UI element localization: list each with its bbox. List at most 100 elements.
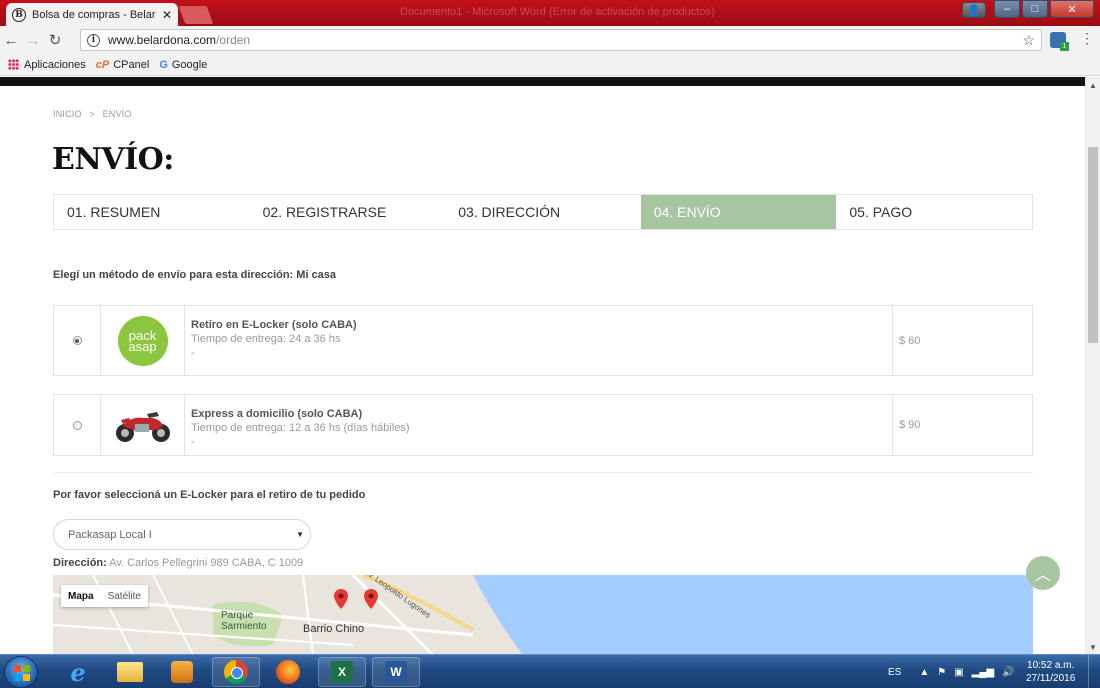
taskbar-explorer[interactable] [106, 657, 154, 687]
bookmark-star-icon[interactable]: ☆ [1022, 32, 1035, 49]
map-label-barrio: Barrio Chino [303, 623, 365, 635]
bookmark-label: Google [171, 58, 208, 71]
elocker-heading: Por favor seleccioná un E-Locker para el… [53, 489, 366, 501]
option-info: Express a domicilio (solo CABA) Tiempo d… [185, 395, 893, 455]
close-window-button[interactable]: ✕ [1050, 0, 1094, 18]
device-icon[interactable]: ▣ [954, 667, 963, 678]
chrome-icon [224, 660, 248, 684]
back-arrow-icon[interactable]: ← [0, 32, 22, 49]
back-to-top-button[interactable]: ︿ [1026, 556, 1060, 590]
clock-time: 10:52 a.m. [1027, 660, 1075, 671]
motorcycle-icon [115, 412, 170, 442]
word-icon: W [385, 661, 407, 683]
taskbar-media[interactable] [158, 657, 206, 687]
option-name: Express a domicilio (solo CABA) [191, 408, 363, 420]
map-pin-icon[interactable] [364, 589, 378, 609]
network-signal-icon[interactable]: ▂▄▆ [972, 667, 994, 678]
page-scrollbar[interactable]: ▲ ▼ [1085, 77, 1100, 654]
browser-tab[interactable]: B Bolsa de compras - Belar ✕ [6, 3, 178, 26]
tab-title: Bolsa de compras - Belar [32, 8, 156, 21]
taskbar-word[interactable]: W [372, 657, 420, 687]
step-direccion[interactable]: 03. DIRECCIÓN [445, 195, 641, 229]
map-background [53, 575, 1033, 654]
media-player-icon [171, 661, 193, 683]
site-header-bar [0, 77, 1100, 86]
folder-icon [117, 662, 143, 682]
radio-cell[interactable] [54, 395, 101, 455]
step-registrarse[interactable]: 02. REGISTRARSE [250, 195, 446, 229]
step-resumen[interactable]: 01. RESUMEN [54, 195, 250, 229]
taskbar-excel[interactable]: X [318, 657, 366, 687]
step-envio[interactable]: 04. ENVÍO [640, 195, 837, 229]
map-view[interactable]: Mapa Satélite Parque Sarmiento Barrio Ch… [53, 575, 1033, 654]
cpanel-icon: cP [95, 58, 110, 71]
address-value: Av. Carlos Pellegrini 989 CABA, C 1009 [109, 557, 304, 569]
scroll-down-icon[interactable]: ▼ [1089, 643, 1097, 652]
bookmark-cpanel[interactable]: cP CPanel [96, 59, 150, 71]
step-pago[interactable]: 05. PAGO [836, 195, 1032, 229]
map-pin-icon[interactable] [334, 589, 348, 609]
minimize-button[interactable]: – [994, 0, 1020, 18]
scroll-up-icon[interactable]: ▲ [1089, 81, 1097, 90]
clock[interactable]: 10:52 a.m. 27/11/2016 [1026, 659, 1075, 685]
map-tab-mapa[interactable]: Mapa [61, 585, 101, 607]
volume-icon[interactable]: 🔊 [1002, 667, 1014, 678]
belardona-favicon-icon: B [12, 7, 26, 22]
option-delivery-time: Tiempo de entrega: 12 a 36 hs (días hábi… [191, 422, 410, 434]
logo-cell [101, 395, 185, 455]
page-title: ENVÍO: [52, 142, 174, 177]
breadcrumb-home[interactable]: INICIO [53, 109, 82, 119]
scrollbar-thumb[interactable] [1088, 147, 1098, 343]
windows-taskbar: e X W ES ▲ ⚑ ▣ ▂▄▆ 🔊 10:52 a.m. 27/11/20… [0, 654, 1100, 688]
site-info-icon[interactable]: i [87, 33, 100, 47]
shipping-option-express[interactable]: Express a domicilio (solo CABA) Tiempo d… [53, 394, 1033, 456]
map-tab-satelite[interactable]: Satélite [101, 585, 148, 607]
option-name: Retiro en E-Locker (solo CABA) [191, 319, 357, 331]
clock-date: 27/11/2016 [1026, 673, 1076, 684]
shipping-radio-express[interactable] [72, 420, 82, 430]
elocker-select-value: Packasap Local I [68, 528, 152, 541]
forward-arrow-icon[interactable]: → [22, 32, 44, 49]
option-delivery-time: Tiempo de entrega: 24 a 36 hs [191, 333, 341, 345]
bookmarks-bar: Aplicaciones cP CPanel G Google [0, 54, 1100, 76]
system-tray: ES ▲ ⚑ ▣ ▂▄▆ 🔊 [888, 655, 1023, 688]
start-button[interactable] [4, 656, 38, 688]
tray-arrow-icon[interactable]: ▲ [919, 667, 929, 678]
option-extra: - [191, 436, 195, 448]
language-indicator[interactable]: ES [888, 667, 901, 678]
bookmark-google[interactable]: G Google [159, 59, 207, 71]
taskbar-chrome[interactable] [212, 657, 260, 687]
new-tab-button[interactable] [178, 6, 214, 24]
windows-logo-icon [14, 665, 30, 681]
option-price: $ 90 [899, 419, 921, 431]
elocker-select[interactable]: Packasap Local I ▼ [53, 519, 311, 550]
chevron-down-icon: ▼ [296, 530, 304, 539]
reload-icon[interactable]: ↻ [44, 31, 66, 49]
bookmark-apps[interactable]: Aplicaciones [8, 59, 86, 71]
show-desktop-button[interactable] [1088, 655, 1100, 688]
profile-icon[interactable]: 👤 [962, 2, 986, 18]
shipping-radio-elocker[interactable] [72, 336, 82, 345]
bookmark-label: Aplicaciones [24, 58, 86, 71]
extension-icon[interactable]: 1 [1050, 32, 1069, 51]
packasap-logo-icon: pack asap [117, 315, 168, 366]
map-label-park: Parque Sarmiento [221, 610, 267, 632]
taskbar-ie[interactable]: e [54, 657, 102, 687]
url-path: /orden [216, 33, 251, 47]
browser-menu-icon[interactable]: ⋮ [1080, 30, 1094, 47]
taskbar-firefox[interactable] [264, 657, 312, 687]
option-price: $ 60 [899, 334, 921, 347]
url-host: www.belardona.com [108, 33, 217, 47]
bookmark-label: CPanel [113, 58, 150, 71]
shipping-option-elocker[interactable]: pack asap Retiro en E-Locker (solo CABA)… [53, 305, 1033, 376]
option-info: Retiro en E-Locker (solo CABA) Tiempo de… [185, 306, 893, 375]
action-center-flag-icon[interactable]: ⚑ [937, 667, 946, 678]
close-tab-icon[interactable]: ✕ [162, 8, 172, 22]
maximize-button[interactable]: □ [1022, 0, 1048, 18]
radio-cell[interactable] [54, 306, 101, 375]
address-bar[interactable]: i www.belardona.com /orden ☆ [80, 29, 1042, 51]
chevron-up-icon: ︿ [1034, 567, 1051, 584]
elocker-address: Dirección: Av. Carlos Pellegrini 989 CAB… [53, 557, 303, 569]
section-divider [53, 472, 1033, 473]
google-icon: G [159, 58, 168, 71]
